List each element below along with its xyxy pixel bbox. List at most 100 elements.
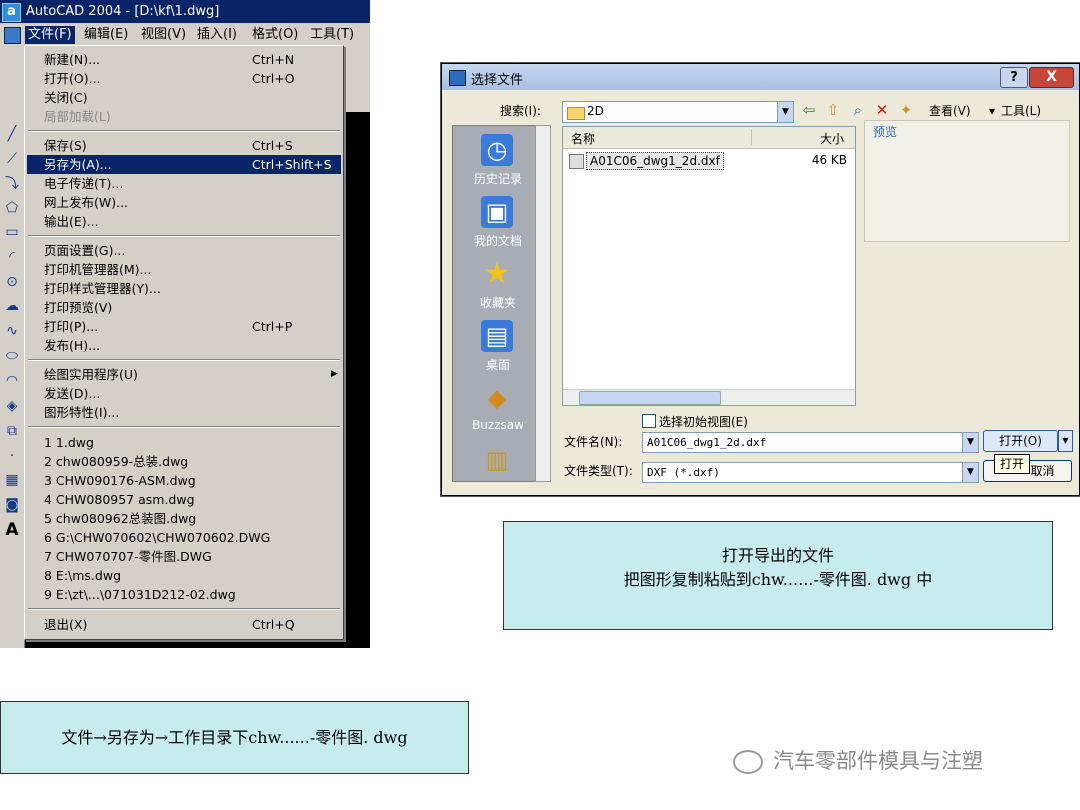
open-options-chevron-icon[interactable]: ▼ [1058, 430, 1073, 452]
construction-line-icon[interactable]: ⟋ [4, 151, 20, 167]
recent-file-item[interactable]: 7 CHW070707-零件图.DWG [27, 547, 341, 566]
column-size[interactable]: 大小 [820, 130, 844, 147]
insert-block-icon[interactable]: ◈ [4, 398, 20, 414]
close-button[interactable]: X [1029, 67, 1074, 88]
file-row[interactable]: A01C06_dwg1_2d.dxf 46 KB [567, 152, 851, 170]
recent-file-item[interactable]: 5 chw080962总装图.dwg [27, 509, 341, 528]
open-button[interactable]: 打开(O) [983, 430, 1058, 452]
text-tool-icon[interactable]: A [4, 522, 20, 539]
menu-item-plot-style-manager[interactable]: 打印样式管理器(Y)... [27, 279, 341, 298]
place-my-documents[interactable]: ▣ 我的文档 [453, 192, 543, 252]
look-in-select[interactable]: 2D ▼ [562, 101, 794, 123]
menu-item-etransmit[interactable]: 电子传递(T)... [27, 174, 341, 193]
circle-icon[interactable]: ⊙ [4, 274, 20, 290]
menu-separator [28, 130, 340, 132]
places-bar: ◷ 历史记录 ▣ 我的文档 ★ 收藏夹 ▤ 桌面 ◆ Buzzsaw ▥ [452, 125, 544, 482]
recent-file-item[interactable]: 6 G:\CHW070602\CHW070602.DWG [27, 528, 341, 547]
menu-item-publish[interactable]: 发布(H)... [27, 336, 341, 355]
preview-panel: 预览 [864, 120, 1070, 242]
watermark-text: 汽车零部件模具与注塑 [773, 749, 983, 773]
menu-item-plot[interactable]: 打印(P)... Ctrl+P [27, 317, 341, 336]
menu-separator [28, 359, 340, 361]
recent-file-item[interactable]: 4 CHW080957 asm.dwg [27, 490, 341, 509]
region-icon[interactable]: ◙ [4, 497, 20, 513]
point-icon[interactable]: · [4, 448, 20, 464]
make-block-icon[interactable]: ⧉ [4, 423, 20, 439]
menu-item-drawing-utilities[interactable]: 绘图实用程序(U) ▶ [27, 365, 341, 384]
ellipse-icon[interactable]: ⬭ [4, 348, 20, 364]
filetype-select[interactable]: DXF (*.dxf) ▼ [642, 462, 979, 483]
chevron-down-icon[interactable]: ▼ [777, 102, 793, 122]
ellipse-arc-icon[interactable]: ◠ [4, 373, 20, 389]
place-buzzsaw[interactable]: ◆ Buzzsaw [453, 378, 543, 438]
polygon-icon[interactable]: ⬠ [4, 200, 20, 216]
revcloud-icon[interactable]: ☁ [4, 298, 20, 314]
search-web-icon[interactable]: ⌕ [848, 100, 868, 120]
menu-item-save[interactable]: 保存(S) Ctrl+S [27, 136, 341, 155]
menu-item-open[interactable]: 打开(O)... Ctrl+O [27, 69, 341, 88]
menu-format[interactable]: 格式(O) [249, 26, 301, 44]
caption-save-as: 文件→另存为→工作目录下chw......-零件图. dwg [0, 701, 469, 774]
autocad-title: AutoCAD 2004 - [D:\kf\1.dwg] [26, 4, 220, 19]
menu-file[interactable]: 文件(F) [25, 26, 75, 44]
hatch-icon[interactable]: ▦ [4, 472, 20, 488]
spline-icon[interactable]: ∿ [4, 323, 20, 339]
place-history[interactable]: ◷ 历史记录 [453, 130, 543, 190]
menu-view[interactable]: 视图(V) [138, 26, 189, 44]
recent-file-item[interactable]: 9 E:\zt\...\071031D212-02.dwg [27, 585, 341, 604]
menu-item-publish-web[interactable]: 网上发布(W)... [27, 193, 341, 212]
menu-item-exit[interactable]: 退出(X) Ctrl+Q [27, 615, 341, 634]
tools-menu[interactable]: 工具(L) [1001, 103, 1041, 119]
select-file-dialog: 选择文件 ? X 搜索(I): 2D ▼ ⇦ ⇧ ⌕ ✕ ✦ 查看(V) ▾ 工… [441, 63, 1080, 496]
views-menu[interactable]: 查看(V) [929, 103, 971, 119]
scroll-thumb[interactable] [579, 391, 721, 405]
chevron-down-icon[interactable]: ▼ [962, 463, 978, 482]
recent-file-item[interactable]: 8 E:\ms.dwg [27, 566, 341, 585]
place-favorites[interactable]: ★ 收藏夹 [453, 254, 543, 314]
checkbox-box[interactable] [642, 414, 656, 428]
menu-item-plot-preview[interactable]: 打印预览(V) [27, 298, 341, 317]
filetype-label: 文件类型(T): [564, 464, 633, 478]
menu-item-export[interactable]: 输出(E)... [27, 212, 341, 231]
filename-input[interactable]: A01C06_dwg1_2d.dxf ▼ [642, 432, 979, 453]
menu-tools[interactable]: 工具(T) [307, 26, 357, 44]
menu-item-page-setup[interactable]: 页面设置(G)... [27, 241, 341, 260]
help-button[interactable]: ? [1000, 67, 1028, 88]
new-folder-icon[interactable]: ✦ [896, 100, 916, 120]
up-folder-icon[interactable]: ⇧ [823, 100, 843, 120]
places-scrollbar[interactable] [535, 125, 551, 482]
menu-edit[interactable]: 编辑(E) [81, 26, 131, 44]
column-name[interactable]: 名称 [571, 130, 595, 147]
menu-item-drawing-properties[interactable]: 图形特性(I)... [27, 403, 341, 422]
polyline-icon[interactable]: ⤵ [4, 176, 20, 192]
caption-line-1: 打开导出的文件 [721, 546, 834, 565]
document-icon[interactable] [4, 27, 21, 44]
menu-item-plotter-manager[interactable]: 打印机管理器(M)... [27, 260, 341, 279]
caption-open-exported: 打开导出的文件 把图形复制粘贴到chw......-零件图. dwg 中 [503, 521, 1053, 630]
place-desktop[interactable]: ▤ 桌面 [453, 316, 543, 376]
menu-item-new[interactable]: 新建(N)... Ctrl+N [27, 50, 341, 69]
autocad-app-icon[interactable]: a [2, 3, 21, 22]
recent-file-item[interactable]: 3 CHW090176-ASM.dwg [27, 471, 341, 490]
menu-item-save-as[interactable]: 另存为(A)... Ctrl+Shift+S [27, 155, 341, 174]
menu-item-close[interactable]: 关闭(C) [27, 88, 341, 107]
dialog-app-icon [449, 70, 466, 86]
recent-file-item[interactable]: 1 1.dwg [27, 433, 341, 452]
menu-item-send[interactable]: 发送(D)... [27, 384, 341, 403]
recent-file-item[interactable]: 2 chw080959-总装.dwg [27, 452, 341, 471]
place-label: 历史记录 [473, 172, 522, 186]
delete-icon[interactable]: ✕ [872, 100, 892, 120]
tools-menu-arrow-icon[interactable]: ▾ [989, 103, 995, 119]
menu-insert[interactable]: 插入(I) [194, 26, 240, 44]
chevron-down-icon[interactable]: ▼ [962, 433, 978, 452]
rectangle-icon[interactable]: ▭ [4, 224, 20, 240]
dialog-title-bar: 选择文件 ? X [442, 64, 1079, 90]
back-icon[interactable]: ⇦ [799, 100, 819, 120]
line-tool-icon[interactable]: ╱ [4, 126, 20, 142]
file-list-hscrollbar[interactable] [563, 389, 855, 405]
initial-view-label: 选择初始视图(E) [659, 415, 748, 429]
place-more[interactable]: ▥ [453, 440, 543, 500]
menu-item-partial-load: 局部加载(L) [44, 109, 111, 124]
arc-icon[interactable]: ◜ [4, 249, 20, 265]
open-tooltip: 打开 [994, 454, 1030, 474]
